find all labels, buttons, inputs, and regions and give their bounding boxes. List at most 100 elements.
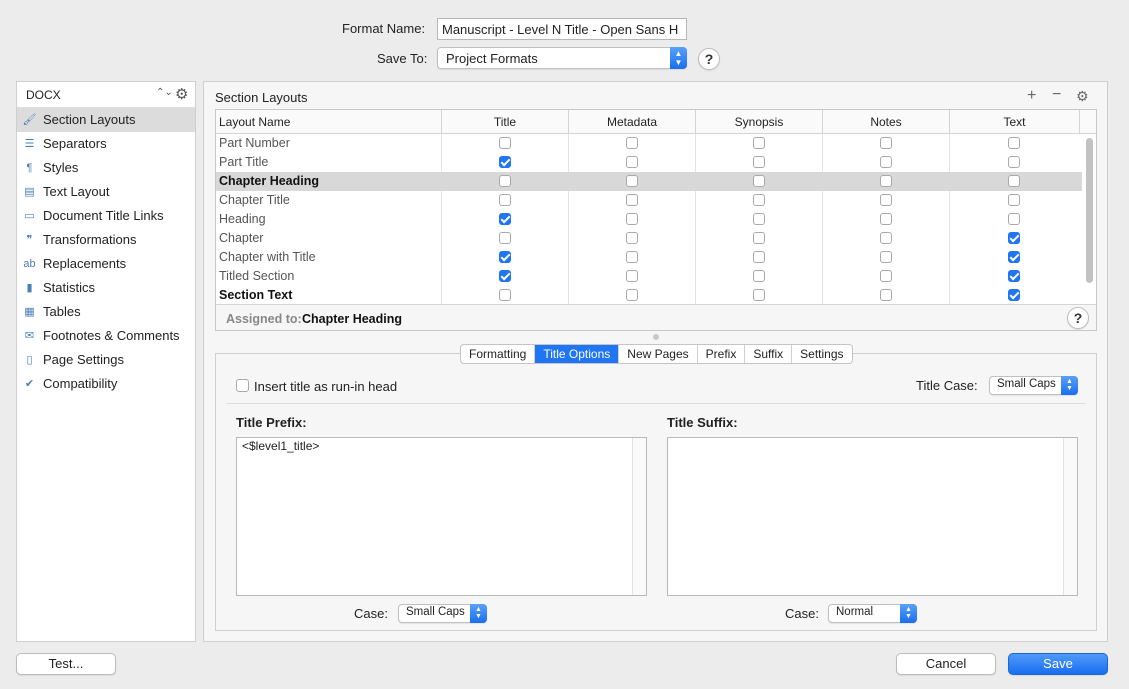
table-row[interactable]: Part Number xyxy=(216,134,1082,153)
tab-title-options[interactable]: Title Options xyxy=(535,345,620,363)
table-row[interactable]: Titled Section xyxy=(216,267,1082,286)
tab-new-pages[interactable]: New Pages xyxy=(619,345,698,363)
prefix-case-select[interactable]: Small Caps ▲ ▼ xyxy=(398,604,487,623)
help-button-assigned[interactable]: ? xyxy=(1067,307,1089,329)
tab-suffix[interactable]: Suffix xyxy=(745,345,793,363)
title-case-select[interactable]: Small Caps ▲ ▼ xyxy=(989,376,1078,395)
table-row[interactable]: Chapter with Title xyxy=(216,248,1082,267)
title-checkbox[interactable] xyxy=(498,213,511,225)
metadata-checkbox[interactable] xyxy=(625,270,638,282)
title-checkbox[interactable] xyxy=(498,137,511,149)
suffix-case-select[interactable]: Normal ▲ ▼ xyxy=(828,604,917,623)
synopsis-checkbox[interactable] xyxy=(752,232,765,244)
notes-checkbox[interactable] xyxy=(879,289,892,301)
synopsis-checkbox[interactable] xyxy=(752,289,765,301)
test-button[interactable]: Test... xyxy=(16,653,116,675)
table-row[interactable]: Chapter Heading xyxy=(216,172,1082,191)
sidebar-item-compatibility[interactable]: ✔ Compatibility xyxy=(17,372,195,396)
synopsis-checkbox[interactable] xyxy=(752,270,765,282)
notes-checkbox[interactable] xyxy=(879,232,892,244)
notes-checkbox[interactable] xyxy=(879,213,892,225)
table-row[interactable]: Chapter xyxy=(216,229,1082,248)
text-checkbox[interactable] xyxy=(1008,137,1020,149)
tab-prefix[interactable]: Prefix xyxy=(698,345,746,363)
gear-icon[interactable]: ⚙ xyxy=(175,85,188,103)
run-in-checkbox[interactable] xyxy=(236,379,249,392)
suffix-scrollbar[interactable] xyxy=(1063,438,1077,595)
title-suffix-textarea[interactable] xyxy=(667,437,1078,596)
title-checkbox[interactable] xyxy=(498,194,511,206)
synopsis-checkbox[interactable] xyxy=(752,175,765,187)
sidebar-item-footnotes-comments[interactable]: ✉ Footnotes & Comments xyxy=(17,324,195,348)
metadata-checkbox[interactable] xyxy=(625,156,638,168)
column-header-notes[interactable]: Notes xyxy=(823,110,950,134)
notes-checkbox[interactable] xyxy=(879,251,892,263)
title-checkbox[interactable] xyxy=(498,289,511,301)
table-row[interactable]: Section Text xyxy=(216,286,1082,305)
title-checkbox[interactable] xyxy=(498,251,511,263)
save-to-select[interactable]: Project Formats ▲ ▼ xyxy=(437,47,687,69)
text-checkbox[interactable] xyxy=(1008,232,1020,244)
table-row[interactable]: Chapter Title xyxy=(216,191,1082,210)
title-prefix-textarea[interactable]: <$level1_title> xyxy=(236,437,647,596)
text-checkbox[interactable] xyxy=(1008,213,1020,225)
text-checkbox[interactable] xyxy=(1008,289,1020,301)
title-checkbox[interactable] xyxy=(498,232,511,244)
text-checkbox[interactable] xyxy=(1008,251,1020,263)
add-icon[interactable]: + xyxy=(1027,88,1036,104)
synopsis-checkbox[interactable] xyxy=(752,251,765,263)
metadata-checkbox[interactable] xyxy=(625,137,638,149)
format-name-input[interactable] xyxy=(437,18,687,40)
sidebar-item-page-settings[interactable]: ▯ Page Settings xyxy=(17,348,195,372)
column-header-title[interactable]: Title xyxy=(442,110,569,134)
notes-checkbox[interactable] xyxy=(879,156,892,168)
format-type-chevron-icon[interactable]: ⌃⌄ xyxy=(156,87,173,98)
text-checkbox[interactable] xyxy=(1008,270,1020,282)
text-checkbox[interactable] xyxy=(1008,194,1020,206)
remove-icon[interactable]: − xyxy=(1052,87,1061,103)
help-button-top[interactable]: ? xyxy=(698,48,720,70)
synopsis-checkbox[interactable] xyxy=(752,137,765,149)
sidebar-item-statistics[interactable]: ▮ Statistics xyxy=(17,276,195,300)
sidebar-item-separators[interactable]: ☰ Separators xyxy=(17,132,195,156)
text-checkbox[interactable] xyxy=(1008,156,1020,168)
column-header-text[interactable]: Text xyxy=(950,110,1080,134)
notes-checkbox[interactable] xyxy=(879,194,892,206)
metadata-checkbox[interactable] xyxy=(625,175,638,187)
save-button[interactable]: Save xyxy=(1008,653,1108,675)
metadata-checkbox[interactable] xyxy=(625,251,638,263)
text-checkbox[interactable] xyxy=(1008,175,1020,187)
format-type-label[interactable]: DOCX xyxy=(26,88,61,102)
title-checkbox[interactable] xyxy=(498,175,511,187)
metadata-checkbox[interactable] xyxy=(625,213,638,225)
metadata-checkbox[interactable] xyxy=(625,232,638,244)
column-header-layout-name[interactable]: Layout Name xyxy=(216,110,442,134)
sidebar-item-styles[interactable]: ¶ Styles xyxy=(17,156,195,180)
column-header-synopsis[interactable]: Synopsis xyxy=(696,110,823,134)
sidebar-item-tables[interactable]: ▦ Tables xyxy=(17,300,195,324)
metadata-checkbox[interactable] xyxy=(625,194,638,206)
cancel-button[interactable]: Cancel xyxy=(896,653,996,675)
sidebar-item-transformations[interactable]: ❞ Transformations xyxy=(17,228,195,252)
table-row[interactable]: Heading xyxy=(216,210,1082,229)
sidebar-item-section-layouts[interactable]: 🖌 Section Layouts xyxy=(17,108,195,132)
sidebar-item-replacements[interactable]: ab Replacements xyxy=(17,252,195,276)
notes-checkbox[interactable] xyxy=(879,137,892,149)
synopsis-checkbox[interactable] xyxy=(752,213,765,225)
notes-checkbox[interactable] xyxy=(879,175,892,187)
synopsis-checkbox[interactable] xyxy=(752,194,765,206)
tab-formatting[interactable]: Formatting xyxy=(461,345,536,363)
title-checkbox[interactable] xyxy=(498,156,511,168)
column-header-metadata[interactable]: Metadata xyxy=(569,110,696,134)
table-scrollbar[interactable] xyxy=(1086,138,1093,283)
sidebar-item-text-layout[interactable]: ▤ Text Layout xyxy=(17,180,195,204)
sidebar-item-document-title-links[interactable]: ▭ Document Title Links xyxy=(17,204,195,228)
metadata-checkbox[interactable] xyxy=(625,289,638,301)
notes-checkbox[interactable] xyxy=(879,270,892,282)
synopsis-checkbox[interactable] xyxy=(752,156,765,168)
table-row[interactable]: Part Title xyxy=(216,153,1082,172)
gear-icon[interactable]: ⚙ xyxy=(1076,88,1089,104)
split-handle[interactable] xyxy=(653,334,659,340)
prefix-scrollbar[interactable] xyxy=(632,438,646,595)
tab-settings[interactable]: Settings xyxy=(792,345,851,363)
